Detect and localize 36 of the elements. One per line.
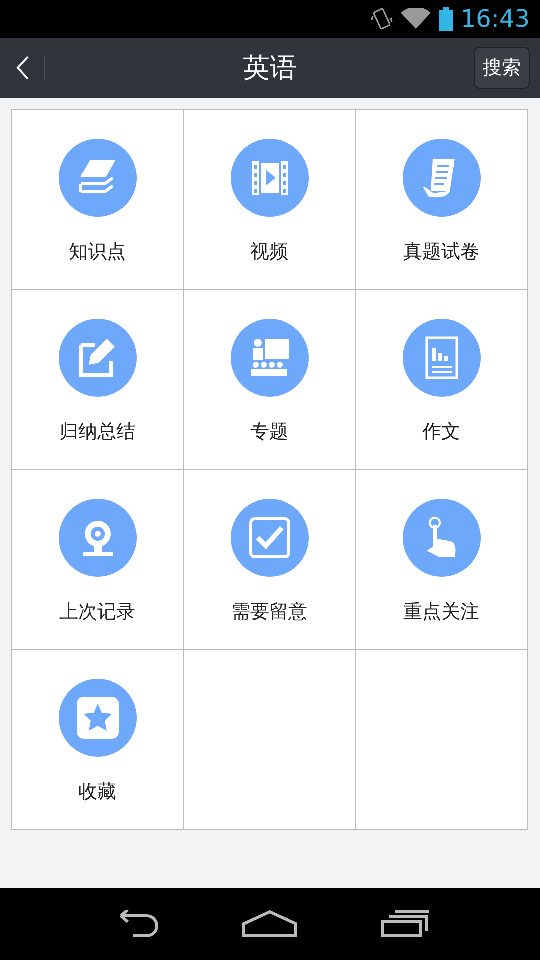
- search-button[interactable]: 搜索: [474, 47, 530, 89]
- grid-item[interactable]: 收藏: [12, 650, 184, 830]
- page-title: 英语: [243, 52, 297, 86]
- document-icon: [402, 139, 480, 217]
- grid-item[interactable]: 归纳总结: [12, 290, 184, 470]
- grid-label: 归纳总结: [60, 420, 136, 445]
- grid-label: 作文: [422, 420, 460, 445]
- teacher-icon: [230, 319, 308, 397]
- edit-icon: [58, 319, 136, 397]
- grid-item[interactable]: 需要留意: [184, 470, 356, 650]
- grid-label: 收藏: [78, 780, 116, 805]
- battery-icon: [438, 7, 453, 31]
- wifi-icon: [400, 8, 431, 30]
- back-icon: [16, 56, 30, 80]
- webcam-icon: [58, 499, 136, 577]
- grid-item[interactable]: 重点关注: [356, 470, 528, 650]
- grid-label: 真题试卷: [404, 240, 480, 265]
- grid-label: 需要留意: [232, 600, 308, 625]
- grid-item[interactable]: 真题试卷: [356, 110, 528, 290]
- film-icon: [230, 139, 308, 217]
- checkbox-icon: [230, 499, 308, 577]
- grid-label: 上次记录: [60, 600, 136, 625]
- vibrate-icon: [370, 7, 393, 31]
- grid-item[interactable]: 知识点: [12, 110, 184, 290]
- grid-item[interactable]: 上次记录: [12, 470, 184, 650]
- recents-icon[interactable]: [379, 910, 432, 938]
- chart-document-icon: [402, 319, 480, 397]
- grid-item[interactable]: 专题: [184, 290, 356, 470]
- grid-label: 重点关注: [404, 600, 480, 625]
- grid-item[interactable]: 视频: [184, 110, 356, 290]
- grid-label: 知识点: [69, 240, 126, 265]
- grid-item[interactable]: 作文: [356, 290, 528, 470]
- grid-label: 专题: [250, 420, 288, 445]
- status-time: 16:43: [460, 5, 530, 33]
- grid-label: 视频: [250, 240, 288, 265]
- home-icon[interactable]: [242, 910, 298, 938]
